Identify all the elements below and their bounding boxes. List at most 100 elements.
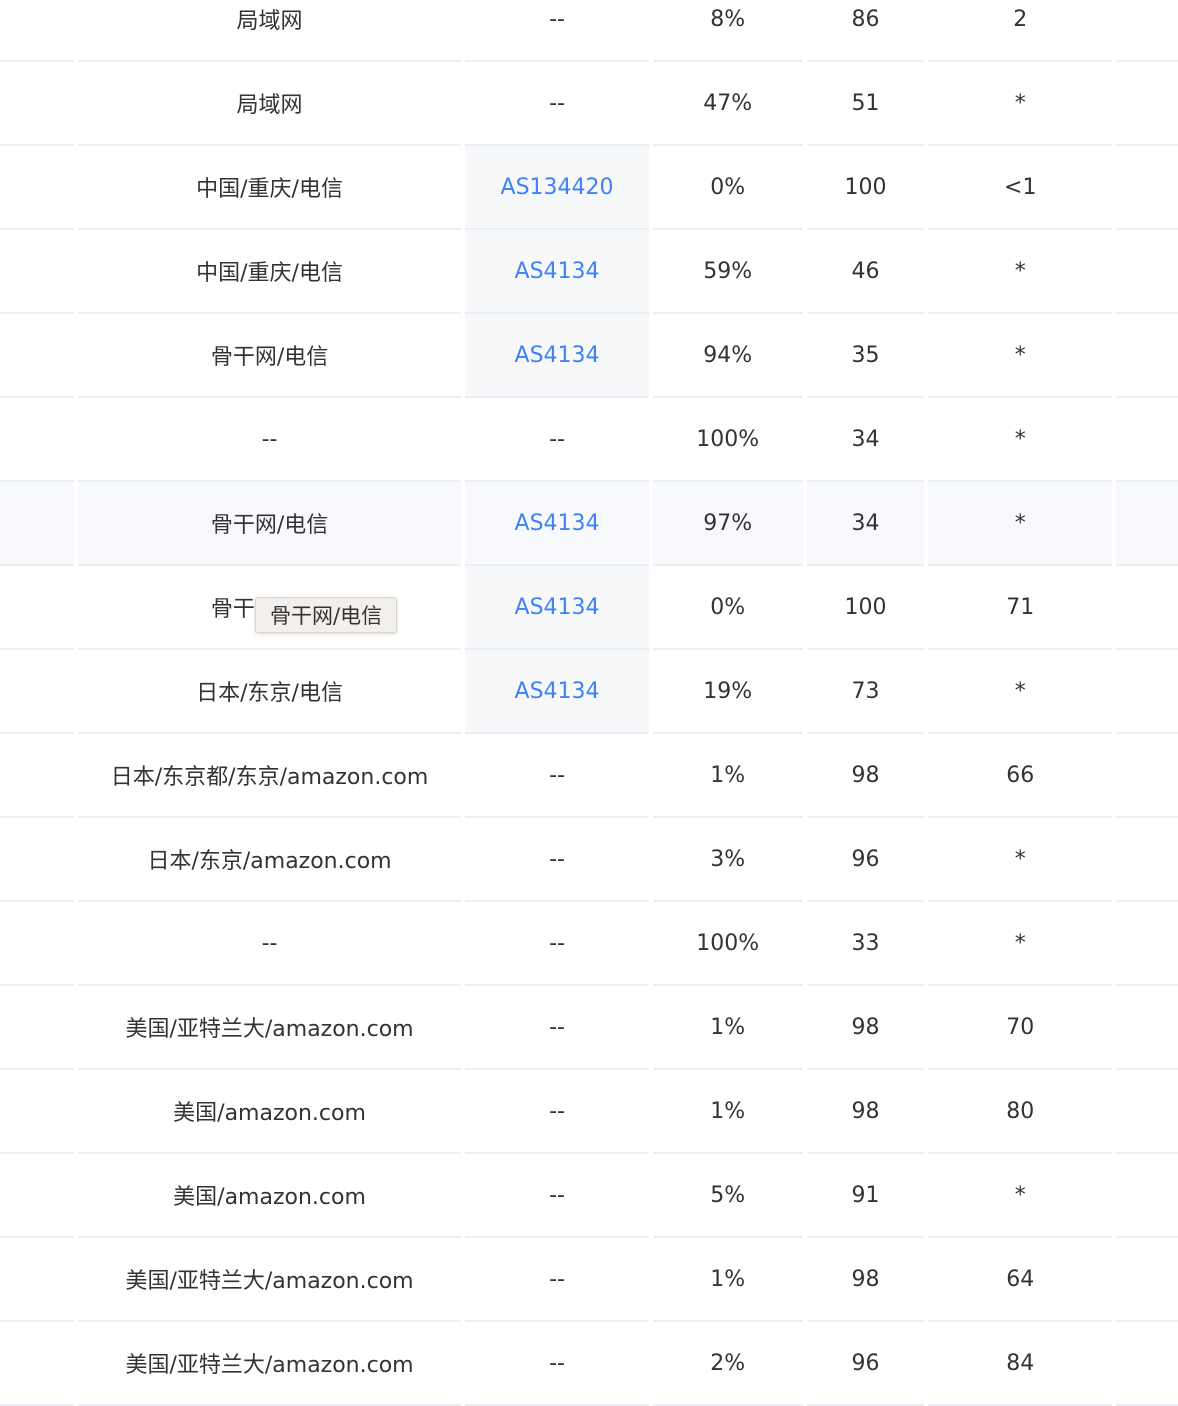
table-row[interactable]: -- -- 100% 33 *	[0, 902, 1178, 986]
loss-cell: 3%	[652, 818, 803, 902]
extra-cell	[1116, 62, 1178, 146]
sent-text: 91	[851, 1182, 880, 1208]
table-row[interactable]: 美国/amazon.com -- 1% 98 80	[0, 1070, 1178, 1154]
asn-cell: AS4134	[465, 314, 649, 398]
latency-text: 70	[1006, 1014, 1035, 1040]
extra-cell	[1116, 566, 1178, 650]
table-row[interactable]: 骨干网/电信 AS4134 94% 35 *	[0, 314, 1178, 398]
asn-text: --	[549, 1350, 565, 1376]
sent-text: 35	[851, 342, 880, 368]
asn-link[interactable]: AS4134	[515, 595, 600, 620]
sent-cell: 35	[806, 314, 925, 398]
asn-cell: AS4134	[465, 650, 649, 734]
latency-text: 84	[1006, 1350, 1035, 1376]
latency-cell: <1	[928, 146, 1113, 230]
asn-link[interactable]: AS4134	[515, 511, 600, 536]
location-text: --	[261, 930, 278, 956]
table-row[interactable]: 局域网 -- 47% 51 *	[0, 62, 1178, 146]
latency-cell: *	[928, 1154, 1113, 1238]
sent-cell: 100	[806, 566, 925, 650]
table-row[interactable]: 日本/东京/amazon.com -- 3% 96 *	[0, 818, 1178, 902]
table-row[interactable]: 骨干网/电信 AS4134 0% 100 71	[0, 566, 1178, 650]
asn-text: --	[549, 930, 565, 956]
location-cell: 局域网	[77, 0, 462, 62]
asn-link[interactable]: AS4134	[515, 343, 600, 368]
sent-text: 33	[851, 930, 880, 956]
sent-cell: 34	[806, 398, 925, 482]
asn-link[interactable]: AS4134	[515, 679, 600, 704]
asn-link[interactable]: AS4134	[515, 259, 600, 284]
location-text: 美国/amazon.com	[173, 1101, 366, 1126]
table-row[interactable]: 日本/东京/电信 AS4134 19% 73 *	[0, 650, 1178, 734]
hop-cell	[0, 398, 74, 482]
asn-cell: --	[465, 986, 649, 1070]
table-row[interactable]: 日本/东京都/东京/amazon.com -- 1% 98 66	[0, 734, 1178, 818]
extra-cell	[1116, 146, 1178, 230]
table-row[interactable]: 局域网 -- 8% 86 2	[0, 0, 1178, 62]
extra-cell	[1116, 902, 1178, 986]
extra-cell	[1116, 986, 1178, 1070]
sent-text: 86	[851, 6, 880, 32]
table-row[interactable]: 骨干网/电信 AS4134 97% 34 *	[0, 482, 1178, 566]
extra-cell	[1116, 734, 1178, 818]
table-row[interactable]: 美国/亚特兰大/amazon.com -- 2% 96 84	[0, 1322, 1178, 1406]
hop-cell	[0, 650, 74, 734]
sent-cell: 51	[806, 62, 925, 146]
hop-cell	[0, 1238, 74, 1322]
table-row[interactable]: 美国/amazon.com -- 5% 91 *	[0, 1154, 1178, 1238]
location-cell: --	[77, 902, 462, 986]
asn-link[interactable]: AS134420	[501, 175, 614, 200]
asn-text: --	[549, 1014, 565, 1040]
table-row[interactable]: 中国/重庆/电信 AS4134 59% 46 *	[0, 230, 1178, 314]
latency-text: *	[1014, 426, 1026, 452]
sent-cell: 100	[806, 146, 925, 230]
latency-text: <1	[1004, 174, 1037, 200]
location-cell: 日本/东京/电信	[77, 650, 462, 734]
latency-text: *	[1014, 90, 1026, 116]
asn-cell: AS4134	[465, 566, 649, 650]
hop-cell	[0, 1322, 74, 1406]
sent-cell: 96	[806, 818, 925, 902]
sent-text: 98	[851, 1014, 880, 1040]
location-cell: 美国/亚特兰大/amazon.com	[77, 1238, 462, 1322]
loss-text: 19%	[703, 678, 753, 704]
table-row[interactable]: 美国/亚特兰大/amazon.com -- 1% 98 64	[0, 1238, 1178, 1322]
hop-cell	[0, 1154, 74, 1238]
loss-text: 59%	[703, 258, 753, 284]
sent-text: 46	[851, 258, 880, 284]
location-cell: --	[77, 398, 462, 482]
latency-cell: *	[928, 818, 1113, 902]
latency-cell: 84	[928, 1322, 1113, 1406]
sent-text: 100	[844, 594, 887, 620]
asn-cell: --	[465, 902, 649, 986]
location-cell: 局域网	[77, 62, 462, 146]
extra-cell	[1116, 482, 1178, 566]
loss-cell: 97%	[652, 482, 803, 566]
table-row[interactable]: 美国/亚特兰大/amazon.com -- 1% 98 70	[0, 986, 1178, 1070]
route-table: 局域网 -- 8% 86 2 局域网 -- 47% 51 * 中国/重庆/电信 AS134420 0% 1…	[0, 0, 1178, 1406]
latency-text: *	[1014, 930, 1026, 956]
sent-text: 96	[851, 846, 880, 872]
latency-text: 2	[1013, 6, 1028, 32]
location-text: 局域网	[236, 93, 303, 118]
loss-text: 3%	[710, 846, 746, 872]
loss-cell: 0%	[652, 146, 803, 230]
table-row[interactable]: 中国/重庆/电信 AS134420 0% 100 <1	[0, 146, 1178, 230]
extra-cell	[1116, 818, 1178, 902]
location-text: 中国/重庆/电信	[196, 261, 343, 286]
extra-cell	[1116, 650, 1178, 734]
hop-cell	[0, 734, 74, 818]
latency-cell: 66	[928, 734, 1113, 818]
location-cell: 骨干网/电信	[77, 482, 462, 566]
latency-text: *	[1014, 510, 1026, 536]
loss-text: 97%	[703, 510, 753, 536]
latency-cell: *	[928, 650, 1113, 734]
latency-text: 64	[1006, 1266, 1035, 1292]
table-row[interactable]: -- -- 100% 34 *	[0, 398, 1178, 482]
loss-text: 1%	[710, 1098, 746, 1124]
asn-text: --	[549, 1098, 565, 1124]
hop-cell	[0, 986, 74, 1070]
latency-text: *	[1014, 1182, 1026, 1208]
hop-cell	[0, 146, 74, 230]
asn-text: --	[549, 762, 565, 788]
